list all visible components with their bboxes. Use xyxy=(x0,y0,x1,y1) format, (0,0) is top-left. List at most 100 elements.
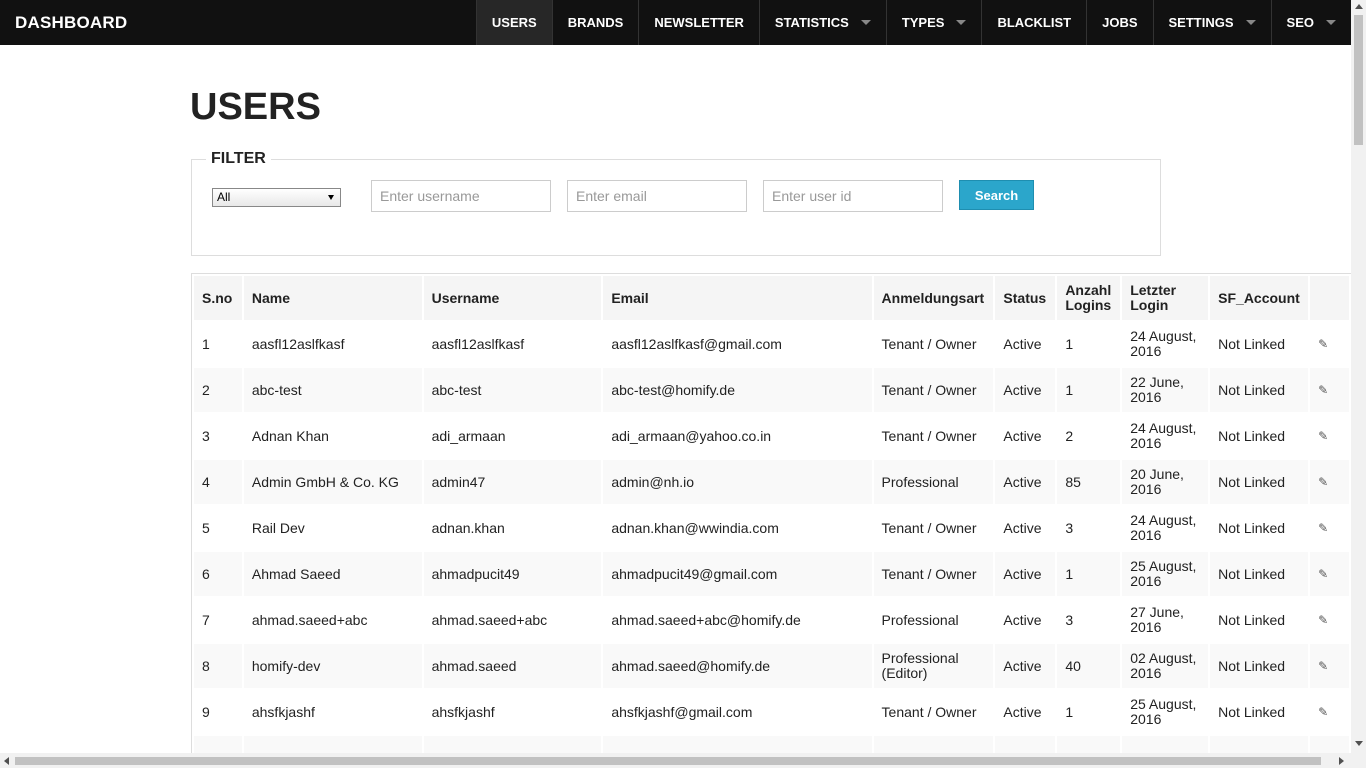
filter-legend: FILTER xyxy=(206,150,271,168)
table-row[interactable]: 4 Admin GmbH & Co. KG admin47 admin@nh.io Pr… xyxy=(194,460,1349,504)
table-row[interactable]: 2 abc-test abc-test abc-test@homify.de Tenan… xyxy=(194,368,1349,412)
cell-status: Active xyxy=(995,644,1056,688)
cell-sno: 8 xyxy=(194,644,242,688)
nav-item-jobs[interactable]: JOBS xyxy=(1086,0,1152,45)
cell-logins: 3 xyxy=(1065,611,1074,628)
vertical-scrollbar[interactable] xyxy=(1351,0,1366,768)
cell-sf-account: Not Linked xyxy=(1210,552,1309,596)
pencil-icon[interactable]: ✎ xyxy=(1318,383,1328,398)
cell-logins: 40 xyxy=(1057,644,1121,688)
cell-sf-account xyxy=(1210,736,1309,753)
table-header-row: S.no Name Username Email Anmeldungsart Status… xyxy=(194,276,1349,320)
nav-item-seo[interactable]: SEO xyxy=(1270,0,1351,45)
table-row[interactable]: 7 ahmad.saeed+abc ahmad.saeed+abc ahmad.sae… xyxy=(194,598,1349,642)
pencil-icon[interactable]: ✎ xyxy=(1318,475,1328,490)
table-row[interactable]: 8 homify-dev ahmad.saeed ahmad.saeed@homify… xyxy=(194,644,1349,688)
horizontal-scroll-thumb[interactable] xyxy=(15,757,1321,765)
cell-name: ahmad.saeed+abc xyxy=(251,611,368,628)
cell-email: ahsfkjashf@gmail.com xyxy=(611,703,753,720)
nav-item-types[interactable]: TYPES xyxy=(885,0,982,45)
pencil-icon[interactable]: ✎ xyxy=(1318,429,1328,444)
cell-last-login: 25 August, 2016 xyxy=(1122,552,1209,596)
cell-name xyxy=(243,736,422,753)
cell-username: ahsfkjashf xyxy=(431,703,495,720)
cell-status: Active xyxy=(1003,703,1042,720)
cell-email: adi_armaan@yahoo.co.in xyxy=(611,427,772,444)
column-header: Email xyxy=(603,276,872,320)
caret-down-icon xyxy=(956,20,967,25)
cell-email: admin@nh.io xyxy=(603,460,872,504)
user-id-input[interactable] xyxy=(763,180,943,212)
cell-username: ahmad.saeed xyxy=(423,644,602,688)
cell-last-login: 24 August, 2016 xyxy=(1130,328,1197,359)
user-type-select[interactable]: All xyxy=(212,188,341,207)
cell-type: Professional (Editor) xyxy=(873,644,994,688)
table-row[interactable]: 1 aasfl12aslfkasf aasfl12aslfkasf aasfl12as… xyxy=(194,322,1349,366)
pencil-icon[interactable]: ✎ xyxy=(1318,567,1328,582)
nav-item-settings[interactable]: SETTINGS xyxy=(1152,0,1271,45)
cell-type: Tenant / Owner xyxy=(873,552,994,596)
cell-email: adnan.khan@wwindia.com xyxy=(611,519,779,536)
cell-actions: ✎ xyxy=(1310,322,1349,366)
pencil-icon[interactable]: ✎ xyxy=(1318,613,1328,628)
caret-down-icon xyxy=(1326,20,1336,25)
cell-actions: ✎ xyxy=(1310,506,1349,550)
cell-username: adnan.khan xyxy=(431,519,505,536)
cell-status: Active xyxy=(1003,335,1042,352)
table-row[interactable]: 9 ahsfkjashf ahsfkjashf ahsfkjashf@gmail.co… xyxy=(194,690,1349,734)
scroll-down-arrow-icon[interactable] xyxy=(1355,741,1363,746)
cell-last-login: 22 June, 2016 xyxy=(1122,368,1209,412)
pencil-icon[interactable]: ✎ xyxy=(1318,705,1328,720)
horizontal-scrollbar[interactable] xyxy=(0,753,1351,768)
pencil-icon[interactable]: ✎ xyxy=(1318,659,1328,674)
cell-email: ahmad.saeed+abc@homify.de xyxy=(611,611,801,628)
nav-item-newsletter[interactable]: NEWSLETTER xyxy=(638,0,759,45)
cell-status: Active xyxy=(995,552,1056,596)
search-button[interactable]: Search xyxy=(959,180,1034,210)
cell-last-login: 20 June, 2016 xyxy=(1122,460,1209,504)
vertical-scroll-thumb[interactable] xyxy=(1354,15,1363,145)
cell-email: ahmad.saeed@homify.de xyxy=(603,644,872,688)
cell-sf-account: Not Linked xyxy=(1210,368,1309,412)
email-input[interactable] xyxy=(567,180,747,212)
cell-sno: 4 xyxy=(194,460,242,504)
table-row[interactable]: 6 Ahmad Saeed ahmadpucit49 ahmadpucit49@gma… xyxy=(194,552,1349,596)
cell-sno: 2 xyxy=(194,368,242,412)
cell-name: aasfl12aslfkasf xyxy=(251,335,345,352)
cell-name: Rail Dev xyxy=(251,519,305,536)
nav-item-statistics[interactable]: STATISTICS xyxy=(758,0,886,45)
cell-status: Active xyxy=(995,368,1056,412)
nav-item-brands[interactable]: BRANDS xyxy=(551,0,639,45)
main-nav: USERS BRANDS NEWSLETTER STATISTICS TYPES BLAC… xyxy=(475,0,1351,45)
table-row[interactable]: 5 Rail Dev adnan.khan adnan.khan@wwindia.co… xyxy=(194,506,1349,550)
brand-logo[interactable]: DASHBOARD xyxy=(0,0,476,45)
nav-item-label: JOBS xyxy=(1102,15,1138,30)
nav-item-blacklist[interactable]: BLACKLIST xyxy=(981,0,1086,45)
cell-last-login: 24 August, 2016 xyxy=(1130,512,1197,543)
scroll-left-arrow-icon[interactable] xyxy=(4,757,9,765)
cell-status: Active xyxy=(1003,519,1042,536)
column-header xyxy=(1310,276,1349,320)
cell-last-login: 02 August, 2016 xyxy=(1122,644,1209,688)
nav-item-users[interactable]: USERS xyxy=(475,0,552,45)
cell-type: Tenant / Owner xyxy=(881,427,977,444)
cell-sno: 9 xyxy=(202,703,210,720)
cell-sno: 7 xyxy=(202,611,210,628)
cell-type: Professional xyxy=(881,611,959,628)
table-row[interactable]: 3 Adnan Khan adi_armaan adi_armaan@yahoo.co… xyxy=(194,414,1349,458)
cell-sf-account: Not Linked xyxy=(1210,644,1309,688)
cell-type: Professional xyxy=(873,460,994,504)
cell-status xyxy=(995,736,1056,753)
table-row[interactable]: 25 August xyxy=(194,736,1349,753)
cell-actions: ✎ xyxy=(1310,598,1349,642)
scroll-right-arrow-icon[interactable] xyxy=(1339,757,1344,765)
cell-last-login: 24 August, 2016 xyxy=(1130,420,1197,451)
nav-item-label: USERS xyxy=(491,15,537,30)
scroll-up-arrow-icon[interactable] xyxy=(1355,4,1363,9)
column-header: Anmeldungsart xyxy=(873,276,994,320)
pencil-icon[interactable]: ✎ xyxy=(1318,337,1328,352)
username-input[interactable] xyxy=(371,180,551,212)
cell-actions xyxy=(1310,736,1349,753)
pencil-icon[interactable]: ✎ xyxy=(1318,521,1328,536)
cell-sno: 3 xyxy=(202,427,210,444)
